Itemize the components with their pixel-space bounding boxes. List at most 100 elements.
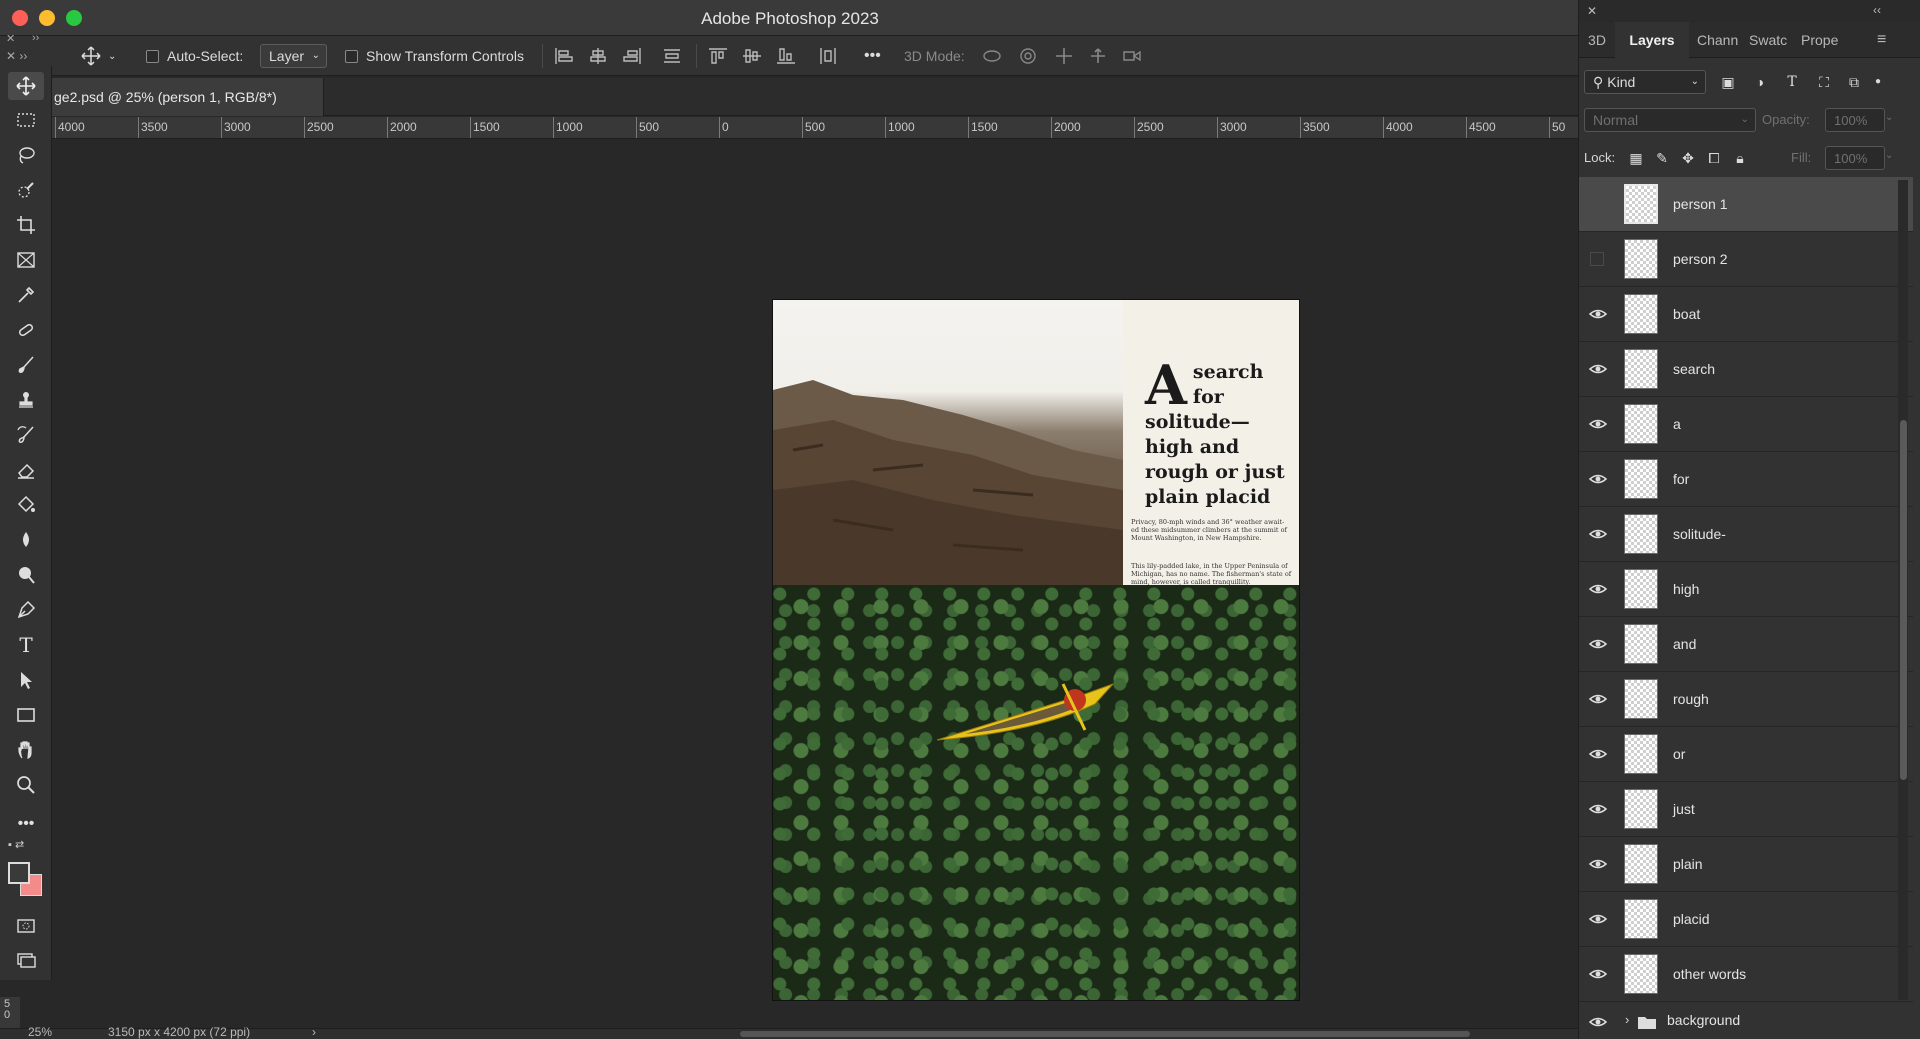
layer-row[interactable]: solitude- xyxy=(1579,507,1913,562)
document-canvas[interactable]: A search for solitude—high and rough or … xyxy=(773,300,1299,1000)
filter-adjustment-icon[interactable]: ◑ xyxy=(1751,73,1769,91)
toolbar-close-icon[interactable]: ✕ xyxy=(6,32,15,45)
eye-icon[interactable] xyxy=(1588,744,1608,764)
layer-row[interactable]: placid xyxy=(1579,892,1913,947)
lock-position-icon[interactable]: ✥ xyxy=(1679,149,1697,167)
auto-select-target-dropdown[interactable]: Layer ⌄ xyxy=(260,36,328,76)
move-icon[interactable] xyxy=(8,72,44,100)
canvas-area[interactable]: A search for solitude—high and rough or … xyxy=(52,139,1578,1028)
tab-layers[interactable]: Layers xyxy=(1615,22,1689,58)
eye-icon[interactable] xyxy=(1588,359,1608,379)
foreground-color-swatch[interactable] xyxy=(8,862,30,884)
eye-icon[interactable] xyxy=(1588,689,1608,709)
dodge-icon[interactable] xyxy=(12,561,40,589)
marquee-icon[interactable] xyxy=(12,106,40,134)
fill-caret-icon[interactable]: ⌄ xyxy=(1885,150,1893,161)
fill-field[interactable]: 100% xyxy=(1825,146,1885,170)
eye-icon[interactable] xyxy=(1588,469,1608,489)
brush-icon[interactable] xyxy=(12,351,40,379)
move-tool-preset-icon[interactable]: ⌄ xyxy=(80,36,116,76)
align-horizontal-center-icon[interactable] xyxy=(588,47,608,65)
auto-select-check[interactable] xyxy=(146,49,159,63)
eraser-icon[interactable] xyxy=(12,456,40,484)
filter-shape-icon[interactable]: ⛶ xyxy=(1815,73,1833,91)
frame-icon[interactable] xyxy=(12,246,40,274)
tab-3d[interactable]: 3D xyxy=(1579,22,1615,58)
layer-row[interactable]: search xyxy=(1579,342,1913,397)
layer-row[interactable]: person 1 xyxy=(1579,177,1913,232)
quick-mask-icon[interactable] xyxy=(12,912,40,940)
layer-row[interactable]: boat xyxy=(1579,287,1913,342)
layer-row[interactable]: high xyxy=(1579,562,1913,617)
layer-group-row[interactable]: › background xyxy=(1579,1002,1913,1039)
show-transform-check[interactable] xyxy=(345,49,358,63)
panel-close-icon[interactable]: ✕ xyxy=(1587,4,1597,18)
layer-row[interactable]: other words xyxy=(1579,947,1913,1002)
lasso-icon[interactable] xyxy=(12,141,40,169)
lock-transparent-pixels-icon[interactable]: ▦ xyxy=(1627,149,1645,167)
eye-icon[interactable] xyxy=(1588,579,1608,599)
roll-3d-icon[interactable] xyxy=(1018,47,1038,65)
status-menu-arrow[interactable]: › xyxy=(312,1025,316,1039)
blur-icon[interactable] xyxy=(12,526,40,554)
layer-row[interactable]: and xyxy=(1579,617,1913,672)
filter-pixel-icon[interactable]: ▣ xyxy=(1719,73,1737,91)
lock-image-pixels-icon[interactable]: ✎ xyxy=(1653,149,1671,167)
pen-icon[interactable] xyxy=(12,596,40,624)
distribute-horizontal-icon[interactable] xyxy=(818,47,838,65)
swap-colors-icon[interactable]: ▪ ⇄ xyxy=(8,838,44,854)
panel-menu-icon[interactable]: ≡ xyxy=(1877,22,1886,58)
layers-scrollbar-thumb[interactable] xyxy=(1900,420,1907,780)
tab-channels[interactable]: Chann xyxy=(1697,22,1743,58)
zoom-icon[interactable] xyxy=(12,771,40,799)
show-transform-controls-checkbox[interactable]: Show Transform Controls xyxy=(345,36,524,76)
layer-row[interactable]: rough xyxy=(1579,672,1913,727)
more-options-button[interactable]: ••• xyxy=(864,36,881,76)
distribute-vertical-icon[interactable] xyxy=(662,47,682,65)
paint-bucket-icon[interactable] xyxy=(12,491,40,519)
rectangle-icon[interactable] xyxy=(12,701,40,729)
eye-icon[interactable] xyxy=(1588,414,1608,434)
auto-select-checkbox[interactable]: Auto-Select: xyxy=(146,36,243,76)
lock-artboard-icon[interactable]: ⧠ xyxy=(1705,149,1723,167)
layer-row[interactable]: plain xyxy=(1579,837,1913,892)
scale-3d-icon[interactable] xyxy=(1122,47,1142,65)
toolbar-expand-icon[interactable]: ›› xyxy=(32,32,39,44)
group-expand-chevron-icon[interactable]: › xyxy=(1625,1012,1629,1027)
filter-kind-dropdown[interactable]: ⚲ Kind ⌄ xyxy=(1584,70,1706,94)
lock-all-icon[interactable]: 🔒︎ xyxy=(1731,149,1749,167)
orbit-3d-icon[interactable] xyxy=(982,47,1002,65)
align-right-icon[interactable] xyxy=(622,47,642,65)
horizontal-scrollbar[interactable] xyxy=(740,1031,1470,1037)
layer-row[interactable]: just xyxy=(1579,782,1913,837)
align-left-icon[interactable] xyxy=(554,47,574,65)
filter-smart-object-icon[interactable]: ⧉ xyxy=(1845,73,1863,91)
filter-type-icon[interactable]: T xyxy=(1783,73,1801,91)
slide-3d-icon[interactable] xyxy=(1088,47,1108,65)
crop-icon[interactable] xyxy=(12,211,40,239)
eye-icon[interactable] xyxy=(1588,1012,1608,1032)
history-brush-icon[interactable] xyxy=(12,421,40,449)
eye-icon[interactable] xyxy=(1588,964,1608,984)
layer-row[interactable]: for xyxy=(1579,452,1913,507)
visibility-toggle-off[interactable] xyxy=(1590,197,1604,211)
tab-swatches[interactable]: Swatc xyxy=(1749,22,1793,58)
align-bottom-icon[interactable] xyxy=(776,47,796,65)
eye-icon[interactable] xyxy=(1588,524,1608,544)
more-tools-icon[interactable]: ••• xyxy=(12,810,40,838)
drag-3d-icon[interactable] xyxy=(1054,47,1074,65)
align-top-icon[interactable] xyxy=(708,47,728,65)
type-icon[interactable]: T xyxy=(12,631,40,659)
eye-icon[interactable] xyxy=(1588,909,1608,929)
zoom-level[interactable]: 25% xyxy=(28,1025,52,1039)
align-vertical-center-icon[interactable] xyxy=(742,47,762,65)
eye-icon[interactable] xyxy=(1588,799,1608,819)
healing-brush-icon[interactable] xyxy=(12,316,40,344)
opacity-field[interactable]: 100% xyxy=(1825,108,1885,132)
layer-row[interactable]: person 2 xyxy=(1579,232,1913,287)
blend-mode-dropdown[interactable]: Normal ⌄ xyxy=(1584,108,1756,132)
visibility-toggle-off[interactable] xyxy=(1590,252,1604,266)
filter-toggle-icon[interactable]: ● xyxy=(1869,73,1887,91)
panel-collapse-icon[interactable]: ‹‹ xyxy=(1873,3,1881,17)
layer-row[interactable]: a xyxy=(1579,397,1913,452)
